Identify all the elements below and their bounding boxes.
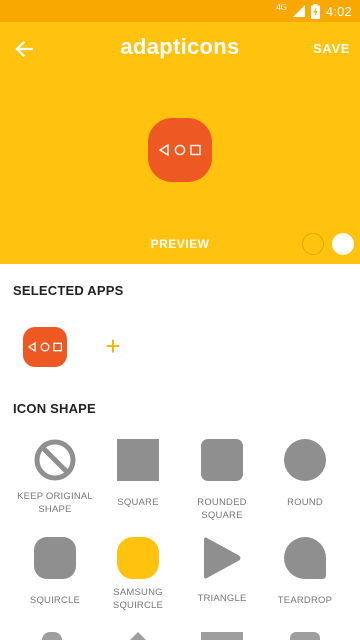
shape-option-partial[interactable] bbox=[42, 632, 62, 640]
rounded-square-icon bbox=[201, 439, 243, 481]
shape-option-rounded-square[interactable]: ROUNDED SQUARE bbox=[177, 438, 267, 522]
shape-option-triangle[interactable]: TRIANGLE bbox=[177, 536, 267, 605]
icon-shape-heading: ICON SHAPE bbox=[13, 401, 96, 416]
shape-label: KEEP ORIGINAL SHAPE bbox=[17, 491, 93, 515]
status-icons: 4G 4:02 bbox=[276, 3, 352, 19]
status-time: 4:02 bbox=[325, 3, 352, 19]
save-button[interactable]: SAVE bbox=[313, 41, 350, 56]
shape-label: SQUIRCLE bbox=[29, 595, 81, 606]
shape-option-partial[interactable] bbox=[130, 632, 146, 640]
status-bar: 4G 4:02 bbox=[0, 0, 360, 22]
nav-buttons-icon bbox=[158, 143, 201, 157]
battery-icon bbox=[310, 3, 320, 19]
samsung-squircle-icon bbox=[117, 537, 159, 579]
background-white-option[interactable] bbox=[332, 233, 354, 255]
shape-option-partial[interactable] bbox=[290, 632, 320, 640]
shape-option-partial[interactable] bbox=[201, 632, 243, 640]
square-icon bbox=[117, 439, 159, 481]
shape-option-samsung-squircle[interactable]: SAMSUNG SQUIRCLE bbox=[93, 536, 183, 612]
app-header: adapticons SAVE PREVIEW bbox=[0, 22, 360, 264]
selected-apps-heading: SELECTED APPS bbox=[13, 283, 124, 298]
preview-app-icon bbox=[148, 118, 212, 182]
shape-label: TEARDROP bbox=[277, 595, 333, 606]
triangle-icon bbox=[204, 537, 241, 579]
shape-label: TRIANGLE bbox=[197, 593, 247, 604]
round-icon bbox=[284, 439, 326, 481]
shape-option-keep-original[interactable]: KEEP ORIGINAL SHAPE bbox=[10, 438, 100, 516]
background-yellow-option[interactable] bbox=[302, 233, 324, 255]
squircle-icon bbox=[34, 537, 76, 579]
network-type-label: 4G bbox=[276, 2, 287, 12]
shape-option-square[interactable]: SQUARE bbox=[93, 438, 183, 509]
shape-option-squircle[interactable]: SQUIRCLE bbox=[10, 536, 100, 607]
add-app-button[interactable]: + bbox=[102, 333, 124, 359]
signal-icon bbox=[292, 5, 305, 17]
selected-app-icon[interactable] bbox=[23, 327, 67, 367]
app-title: adapticons bbox=[120, 34, 240, 59]
shape-option-teardrop[interactable]: TEARDROP bbox=[260, 536, 350, 607]
teardrop-icon bbox=[284, 537, 326, 579]
shape-label: ROUNDED SQUARE bbox=[197, 497, 247, 521]
shape-label: ROUND bbox=[287, 497, 323, 508]
shape-label: SAMSUNG SQUIRCLE bbox=[112, 587, 164, 611]
nav-buttons-icon bbox=[27, 341, 63, 353]
shape-option-round[interactable]: ROUND bbox=[260, 438, 350, 509]
shape-label: SQUARE bbox=[117, 497, 159, 508]
no-shape-icon bbox=[34, 439, 76, 481]
